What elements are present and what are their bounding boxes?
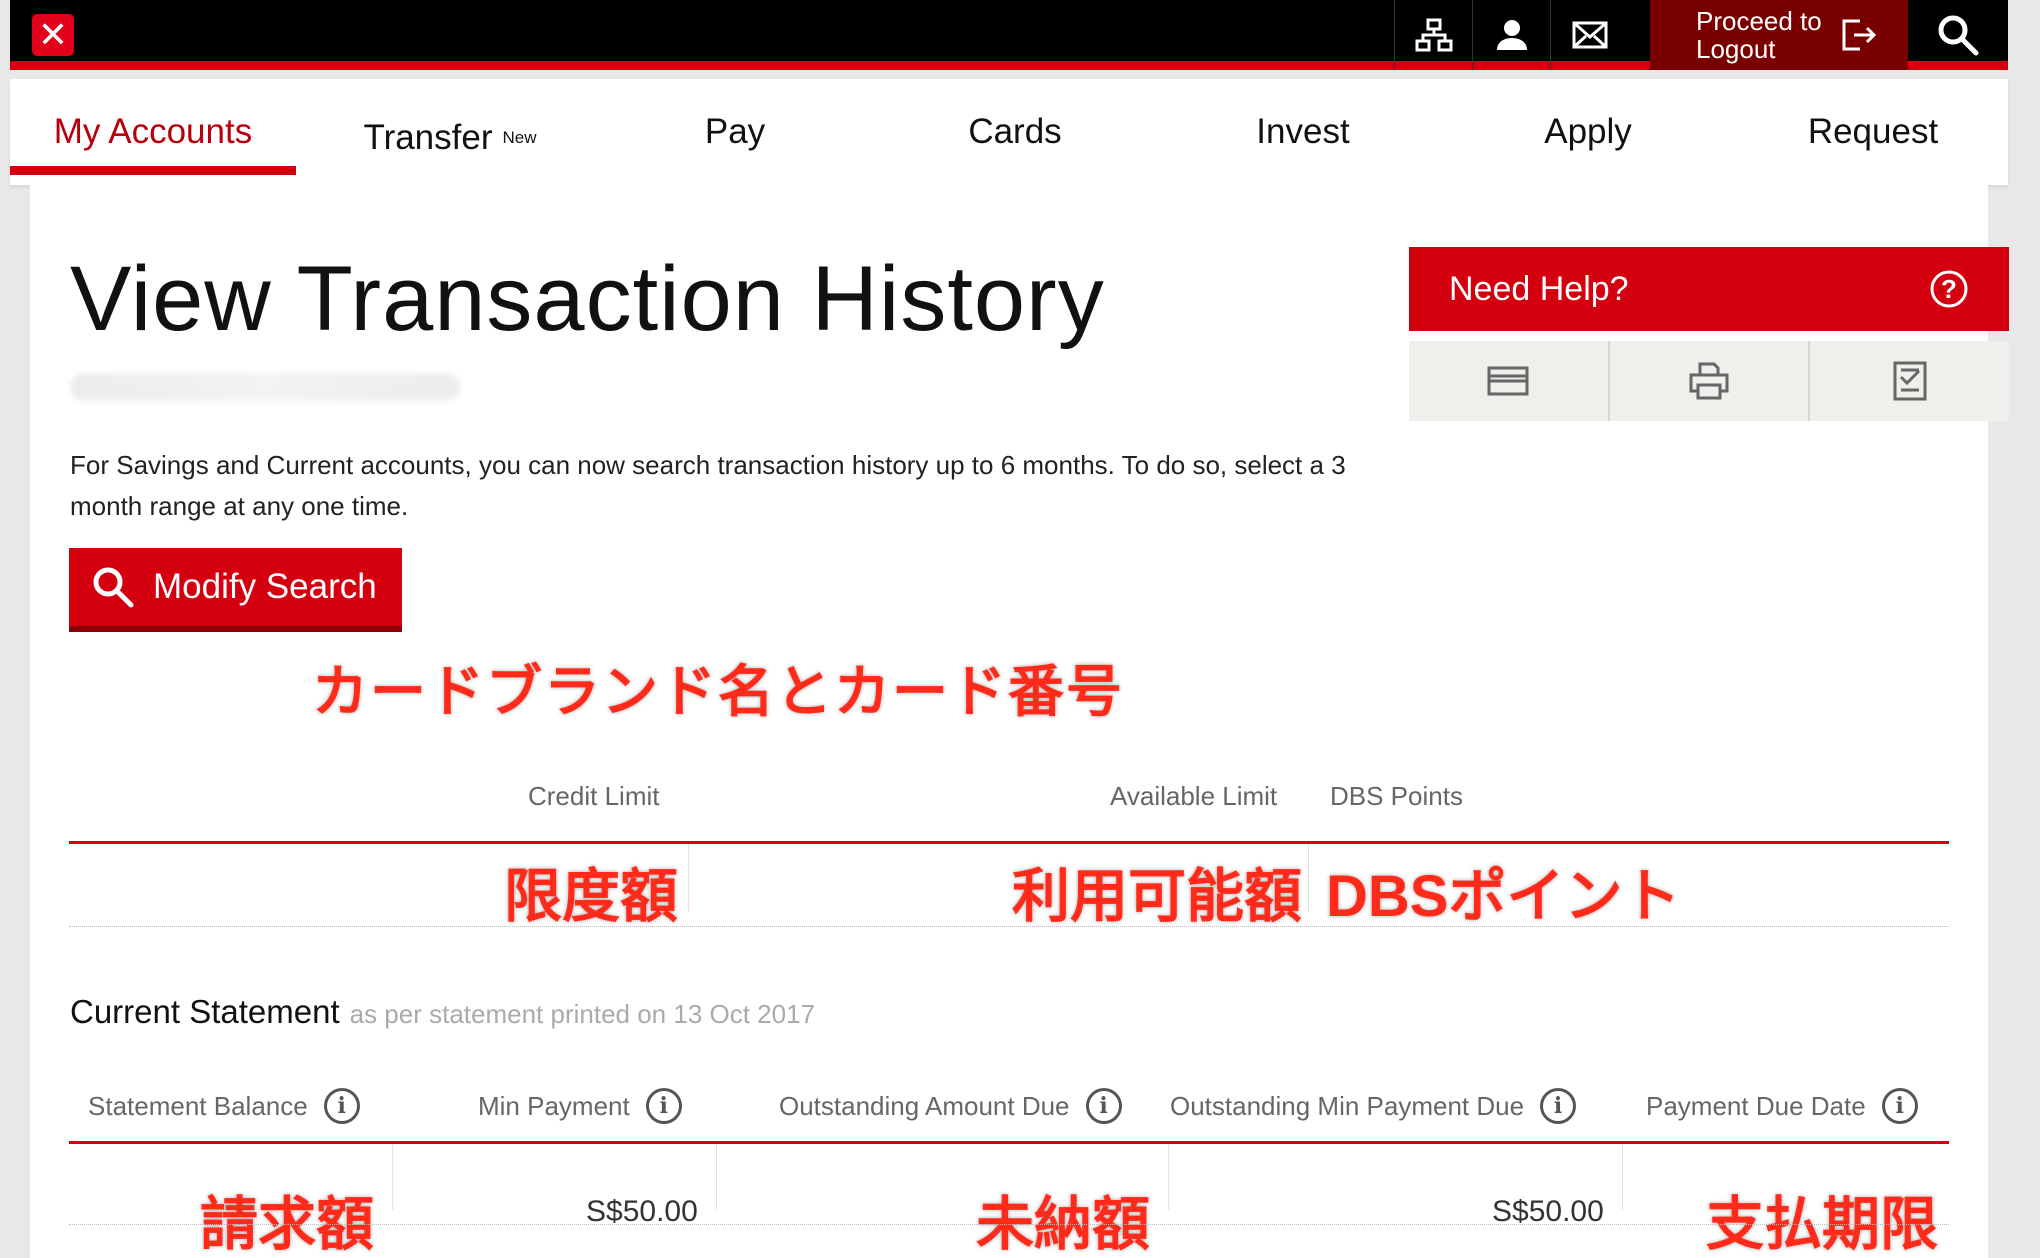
statement-balance-value: 請求額 bbox=[200, 1192, 375, 1257]
header-label: Statement Balance bbox=[88, 1090, 308, 1121]
nav-my-accounts[interactable]: My Accounts bbox=[10, 79, 296, 185]
nav-label: Cards bbox=[968, 112, 1062, 151]
checklist-icon[interactable] bbox=[1810, 341, 2009, 421]
logout-label: Proceed to Logout bbox=[1696, 6, 1822, 64]
info-icon[interactable]: i bbox=[1085, 1088, 1122, 1124]
nav-cards[interactable]: Cards bbox=[910, 79, 1120, 185]
svg-text:?: ? bbox=[1941, 274, 1957, 304]
summary-divider bbox=[69, 841, 1949, 844]
nav-label: Request bbox=[1807, 112, 1939, 151]
info-icon[interactable]: i bbox=[645, 1088, 682, 1124]
header-label: Outstanding Min Payment Due bbox=[1170, 1090, 1525, 1121]
question-icon: ? bbox=[1930, 270, 1968, 308]
info-icon[interactable]: i bbox=[1881, 1088, 1918, 1124]
search-icon bbox=[93, 567, 134, 608]
card-brand-annotation: カードブランド名とカード番号 bbox=[312, 660, 1124, 723]
print-icon[interactable] bbox=[1610, 341, 1811, 421]
need-help-button[interactable]: Need Help? ? bbox=[1409, 247, 2009, 331]
modify-search-button[interactable]: Modify Search bbox=[69, 548, 402, 632]
nav-invest[interactable]: Invest bbox=[1198, 79, 1408, 185]
nav-label: Pay bbox=[704, 112, 766, 151]
need-help-label: Need Help? bbox=[1449, 269, 1629, 308]
nav-apply[interactable]: Apply bbox=[1483, 79, 1693, 185]
content-panel: View Transaction History For Savings and… bbox=[30, 185, 2009, 1258]
current-statement-subtitle: as per statement printed on 13 Oct 2017 bbox=[349, 999, 816, 1029]
nav-label: Transfer bbox=[363, 118, 493, 157]
column-separator bbox=[1168, 1144, 1169, 1210]
credit-limit-value: 限度額 bbox=[504, 864, 679, 929]
mail-icon[interactable] bbox=[1550, 0, 1628, 70]
statement-divider bbox=[69, 1141, 1949, 1144]
header-label: Payment Due Date bbox=[1646, 1090, 1866, 1121]
statement-balance-header: Statement Balance i bbox=[88, 1088, 360, 1124]
info-icon[interactable]: i bbox=[1540, 1088, 1577, 1124]
outstanding-min-payment-header: Outstanding Min Payment Due i bbox=[1170, 1088, 1577, 1124]
info-icon[interactable]: i bbox=[323, 1088, 360, 1124]
available-limit-header: Available Limit bbox=[1110, 781, 1278, 811]
summary-bottom-line bbox=[69, 926, 1949, 927]
nav-request[interactable]: Request bbox=[1763, 79, 1983, 185]
outstanding-amount-header: Outstanding Amount Due i bbox=[779, 1088, 1122, 1124]
header-label: Outstanding Amount Due bbox=[779, 1090, 1070, 1121]
available-limit-value: 利用可能額 bbox=[1012, 864, 1303, 929]
nav-transfer[interactable]: Transfer New bbox=[310, 79, 590, 185]
user-icon[interactable] bbox=[1472, 0, 1550, 70]
search-icon[interactable] bbox=[1908, 0, 2008, 70]
column-separator bbox=[688, 844, 689, 912]
payment-due-date-header: Payment Due Date i bbox=[1646, 1088, 1918, 1124]
dbs-logo-icon[interactable]: ✕ bbox=[32, 14, 74, 56]
column-separator bbox=[392, 1144, 393, 1210]
top-bar: ✕ Proceed to Logout bbox=[10, 0, 2008, 70]
nav-label: My Accounts bbox=[53, 112, 253, 151]
current-statement-title: Current Statement as per statement printe… bbox=[70, 993, 815, 1031]
credit-limit-header: Credit Limit bbox=[528, 781, 660, 811]
intro-text: For Savings and Current accounts, you ca… bbox=[70, 450, 1346, 521]
sitemap-icon[interactable] bbox=[1394, 0, 1472, 70]
page-title: View Transaction History bbox=[70, 248, 1105, 350]
card-icon[interactable] bbox=[1409, 341, 1610, 421]
nav-pay[interactable]: Pay bbox=[630, 79, 840, 185]
dbs-points-header: DBS Points bbox=[1330, 781, 1463, 811]
column-separator bbox=[716, 1144, 717, 1210]
logout-icon bbox=[1842, 19, 1876, 51]
header-label: Min Payment bbox=[478, 1090, 630, 1121]
new-badge: New bbox=[502, 128, 537, 147]
outstanding-amount-value: 未納額 bbox=[976, 1192, 1151, 1257]
nav-label: Invest bbox=[1256, 112, 1350, 151]
main-nav: My Accounts Transfer New Pay Cards Invest… bbox=[10, 79, 2008, 185]
statement-bottom-line bbox=[69, 1224, 1949, 1225]
min-payment-header: Min Payment i bbox=[478, 1088, 682, 1124]
blurred-subtitle bbox=[70, 373, 460, 401]
help-tools bbox=[1409, 341, 2009, 421]
column-separator bbox=[1308, 844, 1309, 912]
payment-due-date-value: 支払期限 bbox=[1706, 1192, 1939, 1257]
current-statement-label: Current Statement bbox=[70, 993, 340, 1030]
modify-search-label: Modify Search bbox=[153, 567, 377, 606]
logout-button[interactable]: Proceed to Logout bbox=[1650, 0, 1908, 70]
nav-label: Apply bbox=[1544, 112, 1632, 151]
column-separator bbox=[1622, 1144, 1623, 1210]
dbs-points-value: DBSポイント bbox=[1326, 864, 1681, 929]
